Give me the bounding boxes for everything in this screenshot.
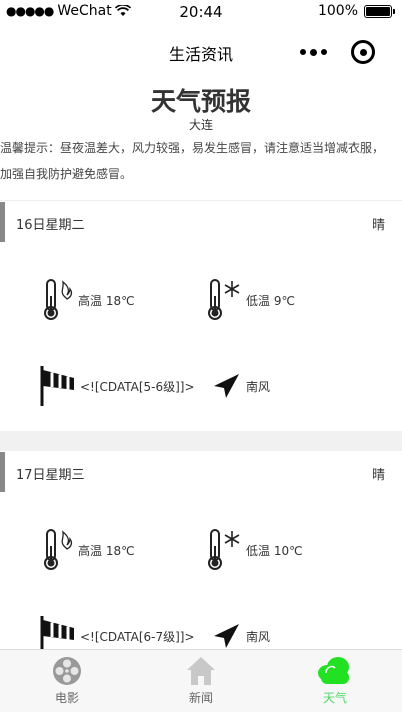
wind-dir-label: 南风 bbox=[246, 629, 271, 644]
high-temp-item: 高温 18℃ bbox=[42, 278, 135, 322]
close-button[interactable] bbox=[338, 36, 388, 68]
cloud-icon bbox=[318, 657, 349, 684]
city-name: 大连 bbox=[188, 118, 213, 132]
day-header: 16日星期二 晴 bbox=[0, 202, 402, 242]
low-temp-label: 低温 10℃ bbox=[246, 543, 303, 558]
tab-movies[interactable]: 电影 bbox=[0, 650, 134, 712]
day-header: 17日星期三 晴 bbox=[0, 452, 402, 492]
low-temp-item: 低温 9℃ bbox=[208, 278, 295, 322]
more-menu-button[interactable] bbox=[288, 36, 338, 68]
wind-direction-arrow-icon bbox=[214, 374, 239, 398]
tab-label: 新闻 bbox=[188, 691, 213, 705]
thermometer-snow-icon bbox=[208, 529, 240, 570]
film-reel-icon bbox=[53, 657, 81, 685]
wind-direction-arrow-icon bbox=[214, 624, 239, 648]
day-date: 17日星期三 bbox=[16, 468, 85, 483]
battery-icon bbox=[364, 4, 395, 18]
day-condition: 晴 bbox=[371, 218, 385, 233]
section-separator bbox=[0, 431, 402, 451]
mini-program-capsule bbox=[288, 36, 388, 68]
high-temp-label: 高温 18℃ bbox=[78, 293, 135, 308]
battery-group: 100% bbox=[317, 3, 395, 19]
wind-level-label: <![CDATA[6-7级]]> bbox=[80, 629, 195, 644]
day-date: 16日星期二 bbox=[16, 218, 85, 233]
wind-dir-item: 南风 bbox=[212, 622, 270, 650]
tab-weather[interactable]: 天气 bbox=[268, 650, 402, 712]
thermometer-heat-icon bbox=[44, 529, 73, 570]
divider bbox=[0, 200, 402, 201]
accent-bar bbox=[0, 202, 5, 242]
tips-text: 温馨提示：昼夜温差大，风力较强，易发生感冒，请注意适当增减衣服，加强自我防护避免… bbox=[0, 141, 385, 181]
battery-percent: 100% bbox=[317, 3, 358, 19]
tab-bar: 电影 新闻 天气 bbox=[0, 649, 402, 712]
status-bar: ●●●●● WeChat 20:44 100% bbox=[0, 0, 402, 24]
windsock-icon bbox=[40, 366, 74, 406]
low-temp-item: 低温 10℃ bbox=[208, 528, 303, 572]
high-temp-label: 高温 18℃ bbox=[78, 543, 135, 558]
wind-dir-item: 南风 bbox=[212, 372, 270, 400]
day-condition: 晴 bbox=[371, 468, 385, 483]
accent-bar bbox=[0, 452, 5, 492]
wind-level-label: <![CDATA[5-6级]]> bbox=[80, 379, 195, 394]
tab-label: 电影 bbox=[54, 691, 79, 705]
thermometer-heat-icon bbox=[44, 279, 73, 320]
high-temp-item: 高温 18℃ bbox=[42, 528, 135, 572]
page-title: 天气预报 bbox=[150, 87, 251, 116]
wind-level-item: <![CDATA[5-6级]]> bbox=[38, 364, 195, 408]
tab-news[interactable]: 新闻 bbox=[134, 650, 268, 712]
target-icon bbox=[351, 40, 375, 64]
nav-bar: 生活资讯 bbox=[0, 24, 402, 80]
low-temp-label: 低温 9℃ bbox=[246, 293, 295, 308]
wind-dir-label: 南风 bbox=[246, 379, 271, 394]
thermometer-snow-icon bbox=[208, 279, 240, 320]
home-icon bbox=[187, 657, 215, 685]
tab-label: 天气 bbox=[322, 691, 347, 705]
